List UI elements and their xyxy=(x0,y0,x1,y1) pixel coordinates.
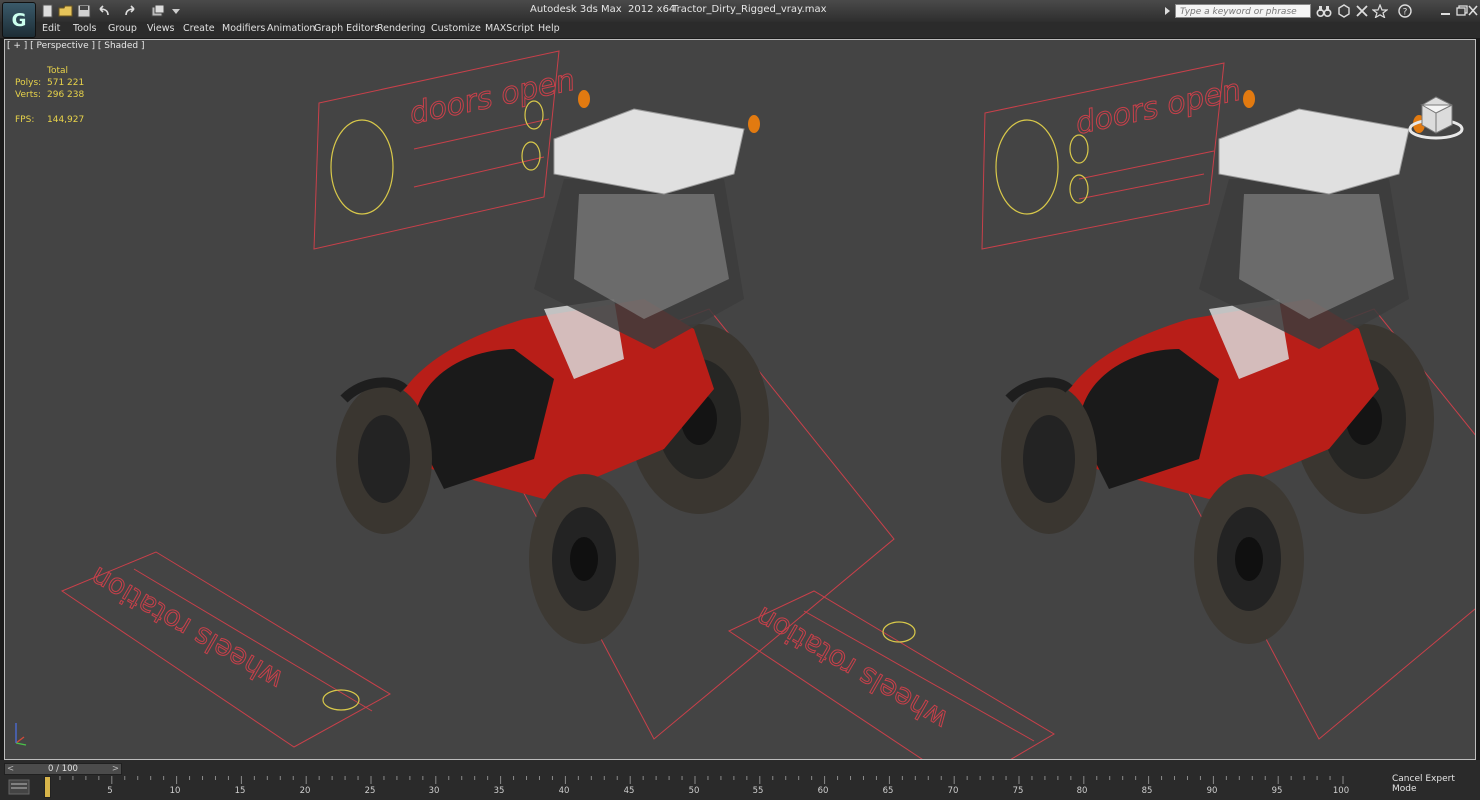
project-folder-icon[interactable] xyxy=(150,4,166,18)
title-bar: G Autodesk 3ds Max 2012 x64 Tractor_Dirt… xyxy=(0,0,1480,38)
time-slider[interactable]: < 0 / 100 > xyxy=(4,763,122,775)
help-icon[interactable]: ? xyxy=(1398,4,1414,18)
right-wheels-rotation-text: wheels rotation xyxy=(750,600,954,737)
menu-bar: Edit Tools Group Views Create Modifiers … xyxy=(0,22,1480,38)
cancel-expert-mode-button[interactable]: Cancel Expert Mode xyxy=(1392,774,1480,794)
tick-label: 60 xyxy=(817,786,829,796)
menu-customize[interactable]: Customize xyxy=(431,23,481,34)
right-tractor-scene: doors open wheels rotation xyxy=(727,62,1476,759)
app-logo-button[interactable]: G xyxy=(2,2,36,38)
timeline-bar: < 0 / 100 > 5 10 15 20 25 30 35 40 45 50… xyxy=(0,760,1480,800)
tick-label: 40 xyxy=(558,786,570,796)
tick-label: 45 xyxy=(623,786,635,796)
tick-label: 25 xyxy=(364,786,376,796)
time-slider-text: 0 / 100 xyxy=(48,764,78,774)
svg-text:?: ? xyxy=(1403,8,1408,18)
subscription-center-icon[interactable] xyxy=(1336,4,1352,18)
left-tractor-scene: doors open wheels rotation xyxy=(60,50,894,748)
timeline-ticks xyxy=(46,776,1344,784)
perspective-viewport[interactable]: [ + ] [ Perspective ] [ Shaded ] Total P… xyxy=(4,39,1476,760)
communication-center-icon[interactable] xyxy=(1354,4,1370,18)
quick-access-dropdown-icon[interactable] xyxy=(168,4,184,18)
right-doors-open-text: doors open xyxy=(1072,73,1244,142)
menu-maxscript[interactable]: MAXScript xyxy=(485,23,534,34)
time-cursor[interactable] xyxy=(44,776,51,798)
tick-label: 65 xyxy=(882,786,894,796)
menu-views[interactable]: Views xyxy=(147,23,175,34)
binoculars-search-icon[interactable] xyxy=(1316,4,1332,18)
menu-animation[interactable]: Animation xyxy=(267,23,315,34)
redo-icon[interactable] xyxy=(122,4,138,18)
menu-group[interactable]: Group xyxy=(108,23,137,34)
open-file-icon[interactable] xyxy=(58,4,74,18)
tick-label: 70 xyxy=(947,786,959,796)
tick-label: 10 xyxy=(169,786,181,796)
time-next-arrow-icon[interactable]: > xyxy=(112,764,119,775)
save-file-icon[interactable] xyxy=(76,4,92,18)
menu-create[interactable]: Create xyxy=(183,23,215,34)
tick-label: 90 xyxy=(1206,786,1218,796)
tick-label: 35 xyxy=(493,786,505,796)
tick-label: 95 xyxy=(1271,786,1283,796)
close-window-icon[interactable] xyxy=(1466,4,1480,18)
menu-rendering[interactable]: Rendering xyxy=(377,23,426,34)
scene-canvas: doors open wheels rotation doors open wh… xyxy=(15,50,1476,759)
left-doors-open-text: doors open xyxy=(406,63,578,132)
expand-search-icon[interactable] xyxy=(1162,4,1172,18)
undo-icon[interactable] xyxy=(96,4,112,18)
menu-graph-editors[interactable]: Graph Editors xyxy=(314,23,379,34)
tick-label: 5 xyxy=(107,786,113,796)
left-wheels-rotation-text: wheels rotation xyxy=(85,560,289,697)
menu-help[interactable]: Help xyxy=(538,23,560,34)
tick-label: 55 xyxy=(752,786,764,796)
new-file-icon[interactable] xyxy=(40,4,56,18)
tick-label: 75 xyxy=(1012,786,1024,796)
tick-label: 100 xyxy=(1332,786,1350,796)
menu-tools[interactable]: Tools xyxy=(73,23,96,34)
menu-modifiers[interactable]: Modifiers xyxy=(222,23,265,34)
time-prev-arrow-icon[interactable]: < xyxy=(7,764,14,775)
tick-label: 15 xyxy=(234,786,246,796)
favorites-star-icon[interactable] xyxy=(1372,4,1388,18)
tick-label: 20 xyxy=(299,786,311,796)
minimize-window-icon[interactable] xyxy=(1438,4,1454,18)
window-title-app: Autodesk 3ds Max 2012 x64 xyxy=(530,4,676,15)
mini-curve-editor-icon[interactable] xyxy=(8,778,30,796)
tick-label: 50 xyxy=(688,786,700,796)
window-title-file: Tractor_Dirty_Rigged_vray.max xyxy=(672,4,827,15)
tick-label: 30 xyxy=(428,786,440,796)
tick-label: 80 xyxy=(1076,786,1088,796)
search-input[interactable]: Type a keyword or phrase xyxy=(1175,4,1311,18)
menu-edit[interactable]: Edit xyxy=(42,23,60,34)
axis-tripod-icon xyxy=(15,723,27,746)
tick-label: 85 xyxy=(1141,786,1153,796)
timeline-ruler[interactable]: 5 10 15 20 25 30 35 40 45 50 55 60 65 70… xyxy=(44,776,1382,798)
